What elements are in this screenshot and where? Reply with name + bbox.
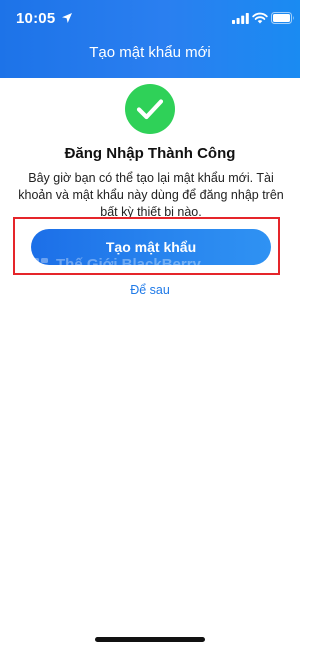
location-arrow-icon [62,13,72,23]
status-time: 10:05 [16,10,56,27]
app-header: 10:05 Tạo mật khẩu mới [0,0,300,78]
success-title: Đăng Nhập Thành Công [64,145,236,162]
create-password-button[interactable]: Tạo mật khẩu [31,229,271,265]
wifi-icon [252,12,268,24]
description-text: Bây giờ bạn có thể tạo lại mật khẩu mới.… [18,171,284,219]
page-title: Tạo mật khẩu mới [89,44,211,61]
later-link[interactable]: Để sau [0,283,300,297]
cellular-signal-icon [232,13,249,24]
battery-icon [271,12,294,24]
status-bar: 10:05 [0,0,300,36]
home-indicator[interactable] [95,637,205,642]
checkmark-circle-icon [125,84,175,134]
